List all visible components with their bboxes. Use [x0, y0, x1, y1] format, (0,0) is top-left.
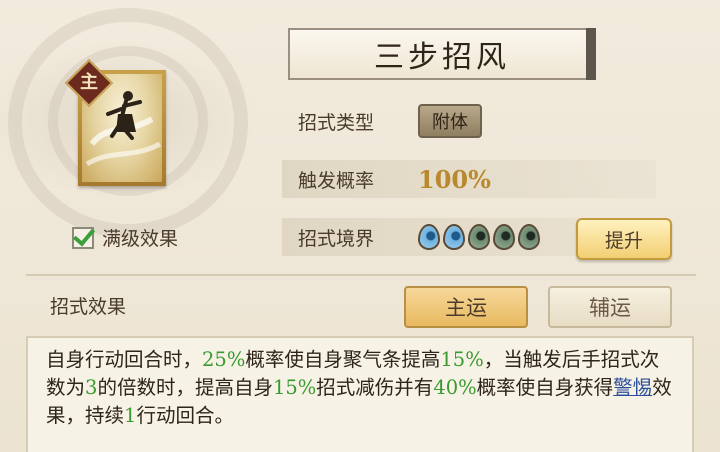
tab-main-cultivation[interactable]: 主运: [404, 286, 528, 328]
skill-type-row: 招式类型 附体: [282, 102, 656, 140]
trigger-rate-row: 触发概率 100%: [282, 160, 656, 198]
realm-drop-empty-icon: [518, 224, 540, 250]
skill-effect-label: 招式效果: [50, 296, 127, 318]
skill-type-tag: 附体: [418, 104, 482, 138]
trigger-rate-value: 100%: [418, 164, 491, 194]
desc-text: 自身行动回合时，: [46, 348, 203, 371]
desc-value: 3: [85, 376, 98, 399]
desc-value: 15%: [272, 376, 317, 399]
realm-drop-empty-icon: [493, 224, 515, 250]
title-bracket-right: [586, 28, 596, 80]
desc-text: 概率使自身聚气条提高: [245, 348, 441, 371]
desc-text: 的倍数时，提高自身: [97, 376, 273, 399]
realm-drop-filled-icon: [418, 224, 440, 250]
realm-drop-empty-icon: [468, 224, 490, 250]
skill-realm-label: 招式境界: [298, 227, 375, 250]
skill-title: 三步招风: [288, 28, 596, 80]
realm-drop-filled-icon: [443, 224, 465, 250]
full-effect-toggle[interactable]: 满级效果: [72, 224, 178, 251]
checkmark-icon[interactable]: [72, 226, 94, 249]
desc-value: 40%: [433, 376, 477, 399]
skill-description: 自身行动回合时，25%概率使自身聚气条提高15%，当触发后手招式次数为3的倍数时…: [26, 336, 694, 452]
desc-text: 概率使自身获得: [476, 376, 614, 399]
status-keyword-link[interactable]: 警惕: [613, 376, 652, 399]
realm-level-indicator: [418, 224, 540, 250]
upgrade-button[interactable]: 提升: [576, 218, 672, 260]
role-badge: 主: [80, 72, 98, 93]
desc-value: 15%: [440, 348, 484, 371]
desc-text: 行动回合。: [136, 404, 234, 427]
skill-type-label: 招式类型: [298, 111, 375, 134]
divider: [26, 274, 696, 276]
full-effect-label: 满级效果: [102, 228, 179, 250]
desc-text: 招式减伤并有: [316, 376, 434, 399]
trigger-rate-label: 触发概率: [298, 169, 375, 192]
desc-value: 1: [124, 404, 137, 427]
tab-auxiliary-cultivation[interactable]: 辅运: [548, 286, 672, 328]
desc-value: 25%: [202, 348, 246, 371]
